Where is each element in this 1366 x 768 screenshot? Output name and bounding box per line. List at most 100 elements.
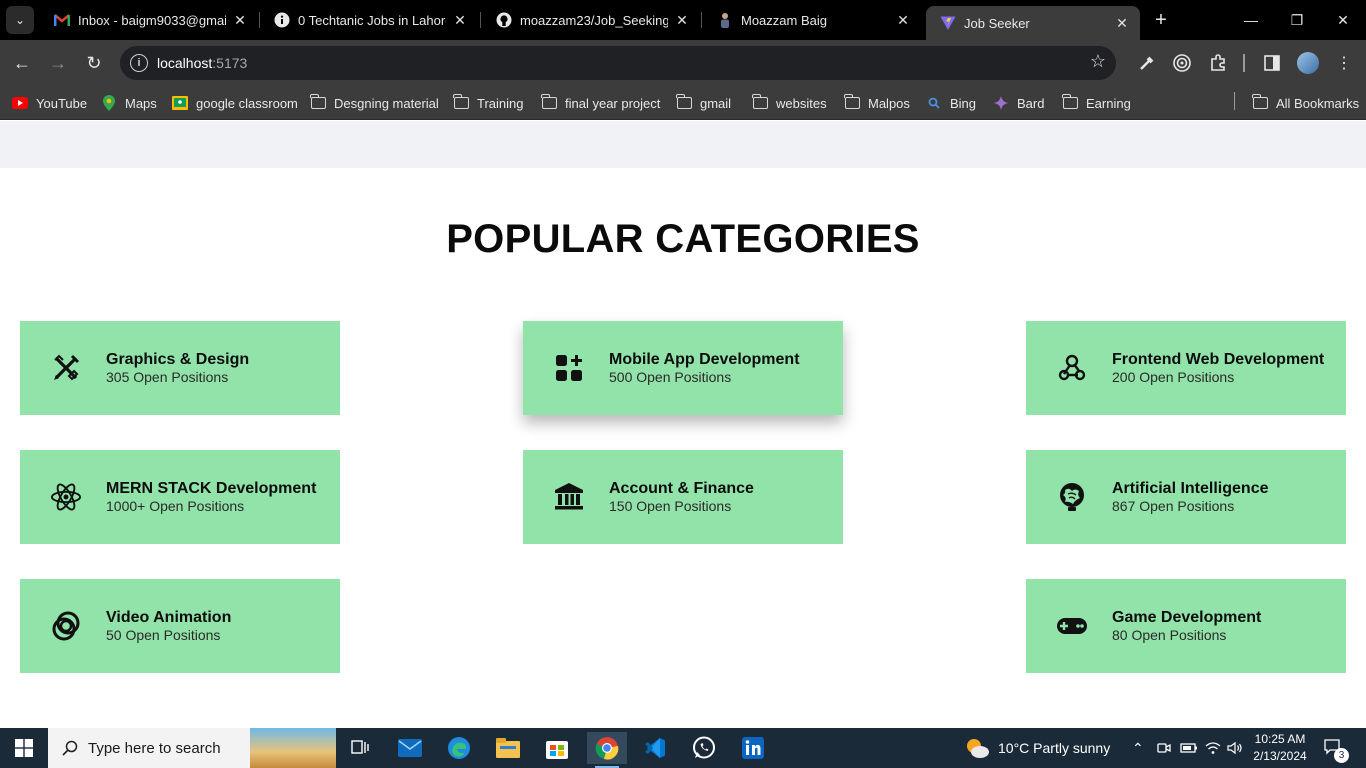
windows-logo-icon [15,739,33,757]
linkedin-app-icon[interactable] [733,732,773,764]
wifi-icon[interactable] [1205,728,1221,768]
file-explorer-icon[interactable] [488,732,528,764]
bookmark-malpos[interactable]: Malpos [844,92,910,114]
show-hidden-icons[interactable]: ⌃ [1132,728,1144,768]
tab-divider [701,12,702,28]
category-positions: 200 Open Positions [1112,369,1235,385]
close-icon[interactable]: ✕ [674,12,690,28]
volume-icon[interactable] [1227,728,1243,768]
tab-job-seeker[interactable]: Job Seeker ✕ [926,6,1140,40]
tab-profile[interactable]: Moazzam Baig ✕ [703,0,921,40]
category-card-artificial-intelligence[interactable]: Artificial Intelligence 867 Open Positio… [1026,450,1346,544]
reload-button[interactable]: ↻ [81,50,107,76]
partly-sunny-icon [967,739,989,758]
category-positions: 50 Open Positions [106,627,221,643]
close-icon[interactable]: ✕ [1114,15,1130,31]
bookmark-final-year-project[interactable]: final year project [541,92,660,114]
category-card-account-finance[interactable]: Account & Finance 150 Open Positions [523,450,843,544]
search-placeholder: Type here to search [88,739,221,757]
folder-icon [676,94,692,110]
brain-globe-icon [1056,481,1088,513]
forward-button[interactable]: → [45,50,71,76]
category-title: Video Animation [106,609,232,626]
category-card-mobile-app[interactable]: Mobile App Development 500 Open Position… [523,321,843,415]
folder-icon [752,94,768,110]
bank-icon [553,481,585,513]
category-positions: 305 Open Positions [106,369,229,385]
notifications-button[interactable]: 3 [1324,728,1349,768]
vscode-app-icon[interactable] [635,732,675,764]
bookmark-label: Training [477,95,524,111]
bookmark-gmail[interactable]: gmail [676,92,731,114]
all-bookmarks-label: All Bookmarks [1276,95,1360,111]
tab-techtanic[interactable]: 0 Techtanic Jobs in Lahore - ✕ [260,0,478,40]
bookmarks-bar: YouTube Maps google classroom Desgning m… [0,86,1366,120]
eyedropper-icon[interactable] [1135,51,1159,75]
bookmark-google-classroom[interactable]: google classroom [172,92,298,114]
folder-icon [541,94,557,110]
browser-tab-bar: ⌄ Inbox - baigm9033@gmail.c ✕ 0 Techtani… [0,0,1366,40]
side-panel-icon[interactable] [1260,51,1284,75]
tab-title: moazzam23/Job_Seeking__M [520,12,668,28]
minimize-button[interactable]: ― [1228,0,1274,40]
category-card-video-animation[interactable]: Video Animation 50 Open Positions [20,579,340,673]
battery-icon[interactable] [1180,728,1198,768]
browser-toolbar: ← → ↻ i localhost:5173 ☆ ⋮ [0,40,1366,86]
extension-target-icon[interactable] [1170,51,1194,75]
site-info-icon[interactable]: i [130,54,148,72]
back-button[interactable]: ← [9,50,35,76]
bookmark-star-icon[interactable]: ☆ [1090,51,1106,72]
start-button[interactable] [0,728,48,768]
toolbar-divider [1243,54,1245,72]
task-view-icon[interactable] [340,732,380,764]
bookmark-label: gmail [700,95,732,111]
category-card-mern-stack[interactable]: MERN STACK Development 1000+ Open Positi… [20,450,340,544]
category-title: Account & Finance [609,480,754,497]
bookmark-earning[interactable]: Earning [1062,92,1131,114]
tab-search-button[interactable]: ⌄ [6,6,34,34]
mail-app-icon[interactable] [390,732,430,764]
chrome-app-icon[interactable] [587,732,627,768]
bookmark-bard[interactable]: Bard [993,92,1044,114]
store-app-icon[interactable] [537,732,577,764]
system-clock[interactable]: 10:25 AM 2/13/2024 [1244,731,1316,765]
kebab-menu-icon[interactable]: ⋮ [1332,51,1356,75]
bookmark-label: Bard [1017,95,1045,111]
bookmark-maps[interactable]: Maps [101,92,157,114]
category-title: Frontend Web Development [1112,351,1325,368]
bookmarks-divider [1234,92,1235,110]
bookmark-websites[interactable]: websites [752,92,827,114]
taskbar-search-box[interactable]: Type here to search [48,728,336,768]
restore-button[interactable]: ❐ [1274,0,1320,40]
extensions-puzzle-icon[interactable] [1206,51,1230,75]
all-bookmarks-button[interactable]: All Bookmarks [1252,92,1359,114]
vite-icon [940,15,956,31]
github-icon [496,12,512,28]
url-host: localhost [157,55,213,71]
edge-browser-icon[interactable] [439,732,479,764]
category-card-frontend-web[interactable]: Frontend Web Development 200 Open Positi… [1026,321,1346,415]
tab-gmail[interactable]: Inbox - baigm9033@gmail.c ✕ [40,0,258,40]
close-icon[interactable]: ✕ [452,12,468,28]
info-icon [274,12,290,28]
url-text: localhost:5173 [157,55,247,71]
new-tab-button[interactable]: + [1148,8,1174,32]
tab-github[interactable]: moazzam23/Job_Seeking__M ✕ [482,0,700,40]
bookmark-training[interactable]: Training [453,92,523,114]
bookmark-youtube[interactable]: YouTube [12,92,87,114]
close-window-button[interactable]: ✕ [1320,0,1366,40]
whatsapp-app-icon[interactable] [684,732,724,764]
rings-icon [50,610,82,642]
weather-widget[interactable]: 10°C Partly sunny [964,728,1110,768]
close-icon[interactable]: ✕ [895,12,911,28]
profile-avatar[interactable] [1297,52,1319,74]
youtube-icon [12,96,28,110]
bookmark-desgning-material[interactable]: Desgning material [310,92,439,114]
category-title: MERN STACK Development [106,480,317,497]
meet-now-icon[interactable] [1157,728,1171,768]
category-card-graphics-design[interactable]: Graphics & Design 305 Open Positions [20,321,340,415]
bookmark-bing[interactable]: Bing [926,92,976,114]
address-bar[interactable]: i localhost:5173 ☆ [120,46,1116,80]
category-card-game-development[interactable]: Game Development 80 Open Positions [1026,579,1346,673]
close-icon[interactable]: ✕ [232,12,248,28]
